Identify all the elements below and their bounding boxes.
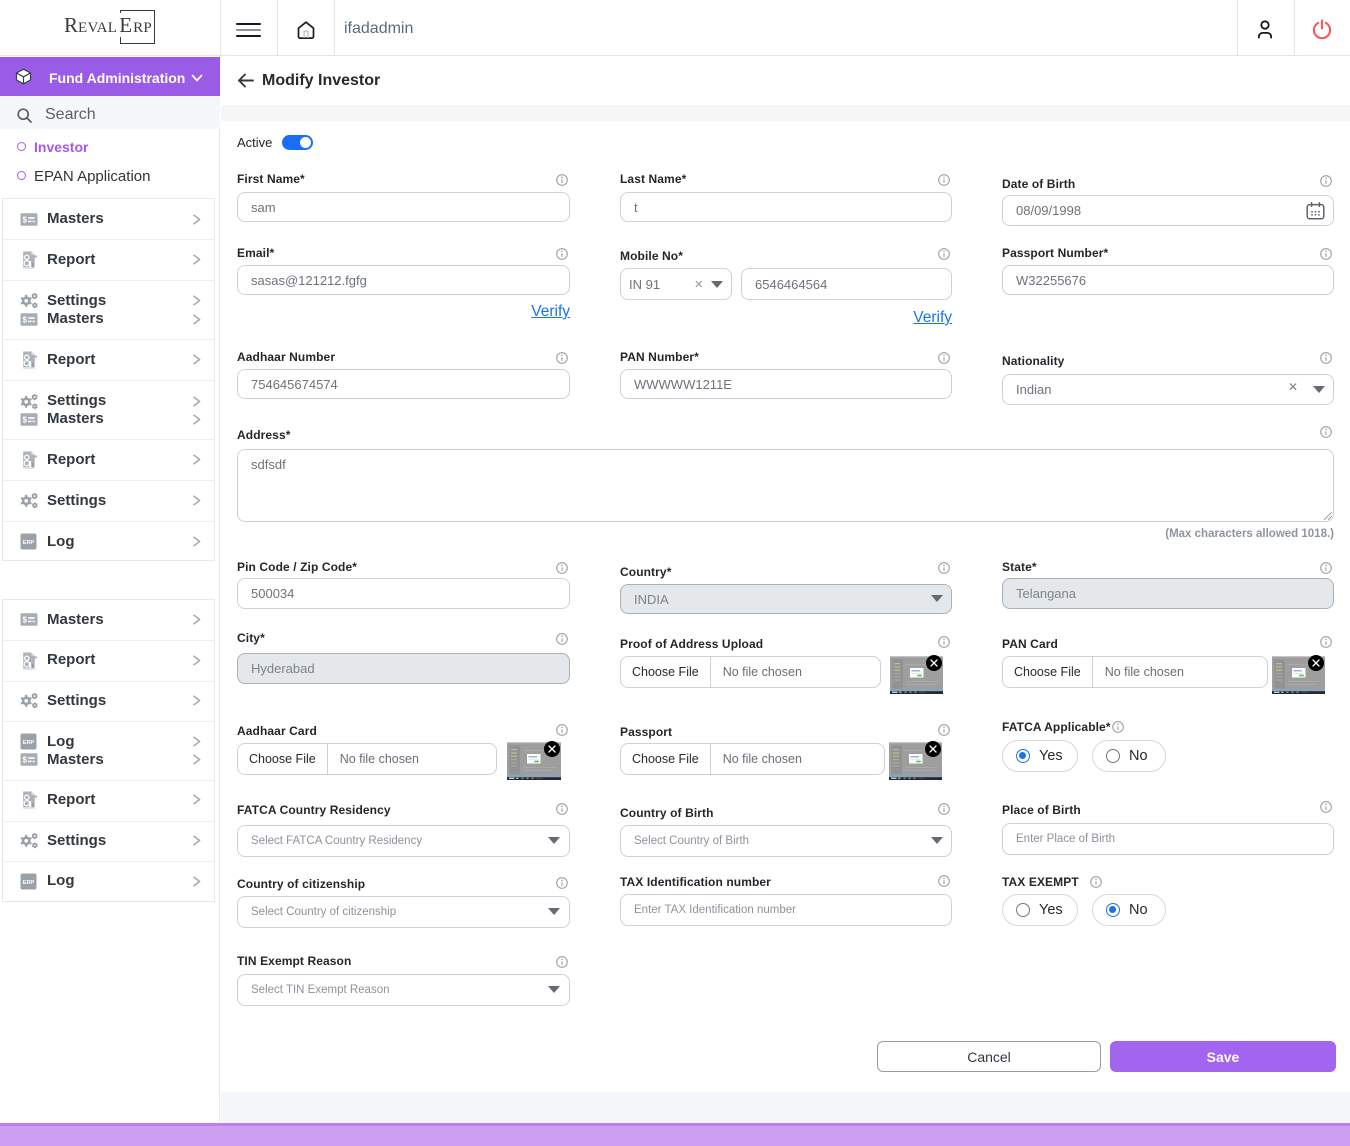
svg-text:$: $ xyxy=(22,315,27,324)
svg-text:ERP: ERP xyxy=(23,879,35,885)
svg-text:$: $ xyxy=(22,615,27,624)
svg-text:ERP: ERP xyxy=(23,540,35,546)
svg-text:$: $ xyxy=(22,415,27,424)
svg-text:$: $ xyxy=(22,215,27,224)
svg-text:ERP: ERP xyxy=(23,740,35,746)
svg-text:$: $ xyxy=(22,755,27,764)
